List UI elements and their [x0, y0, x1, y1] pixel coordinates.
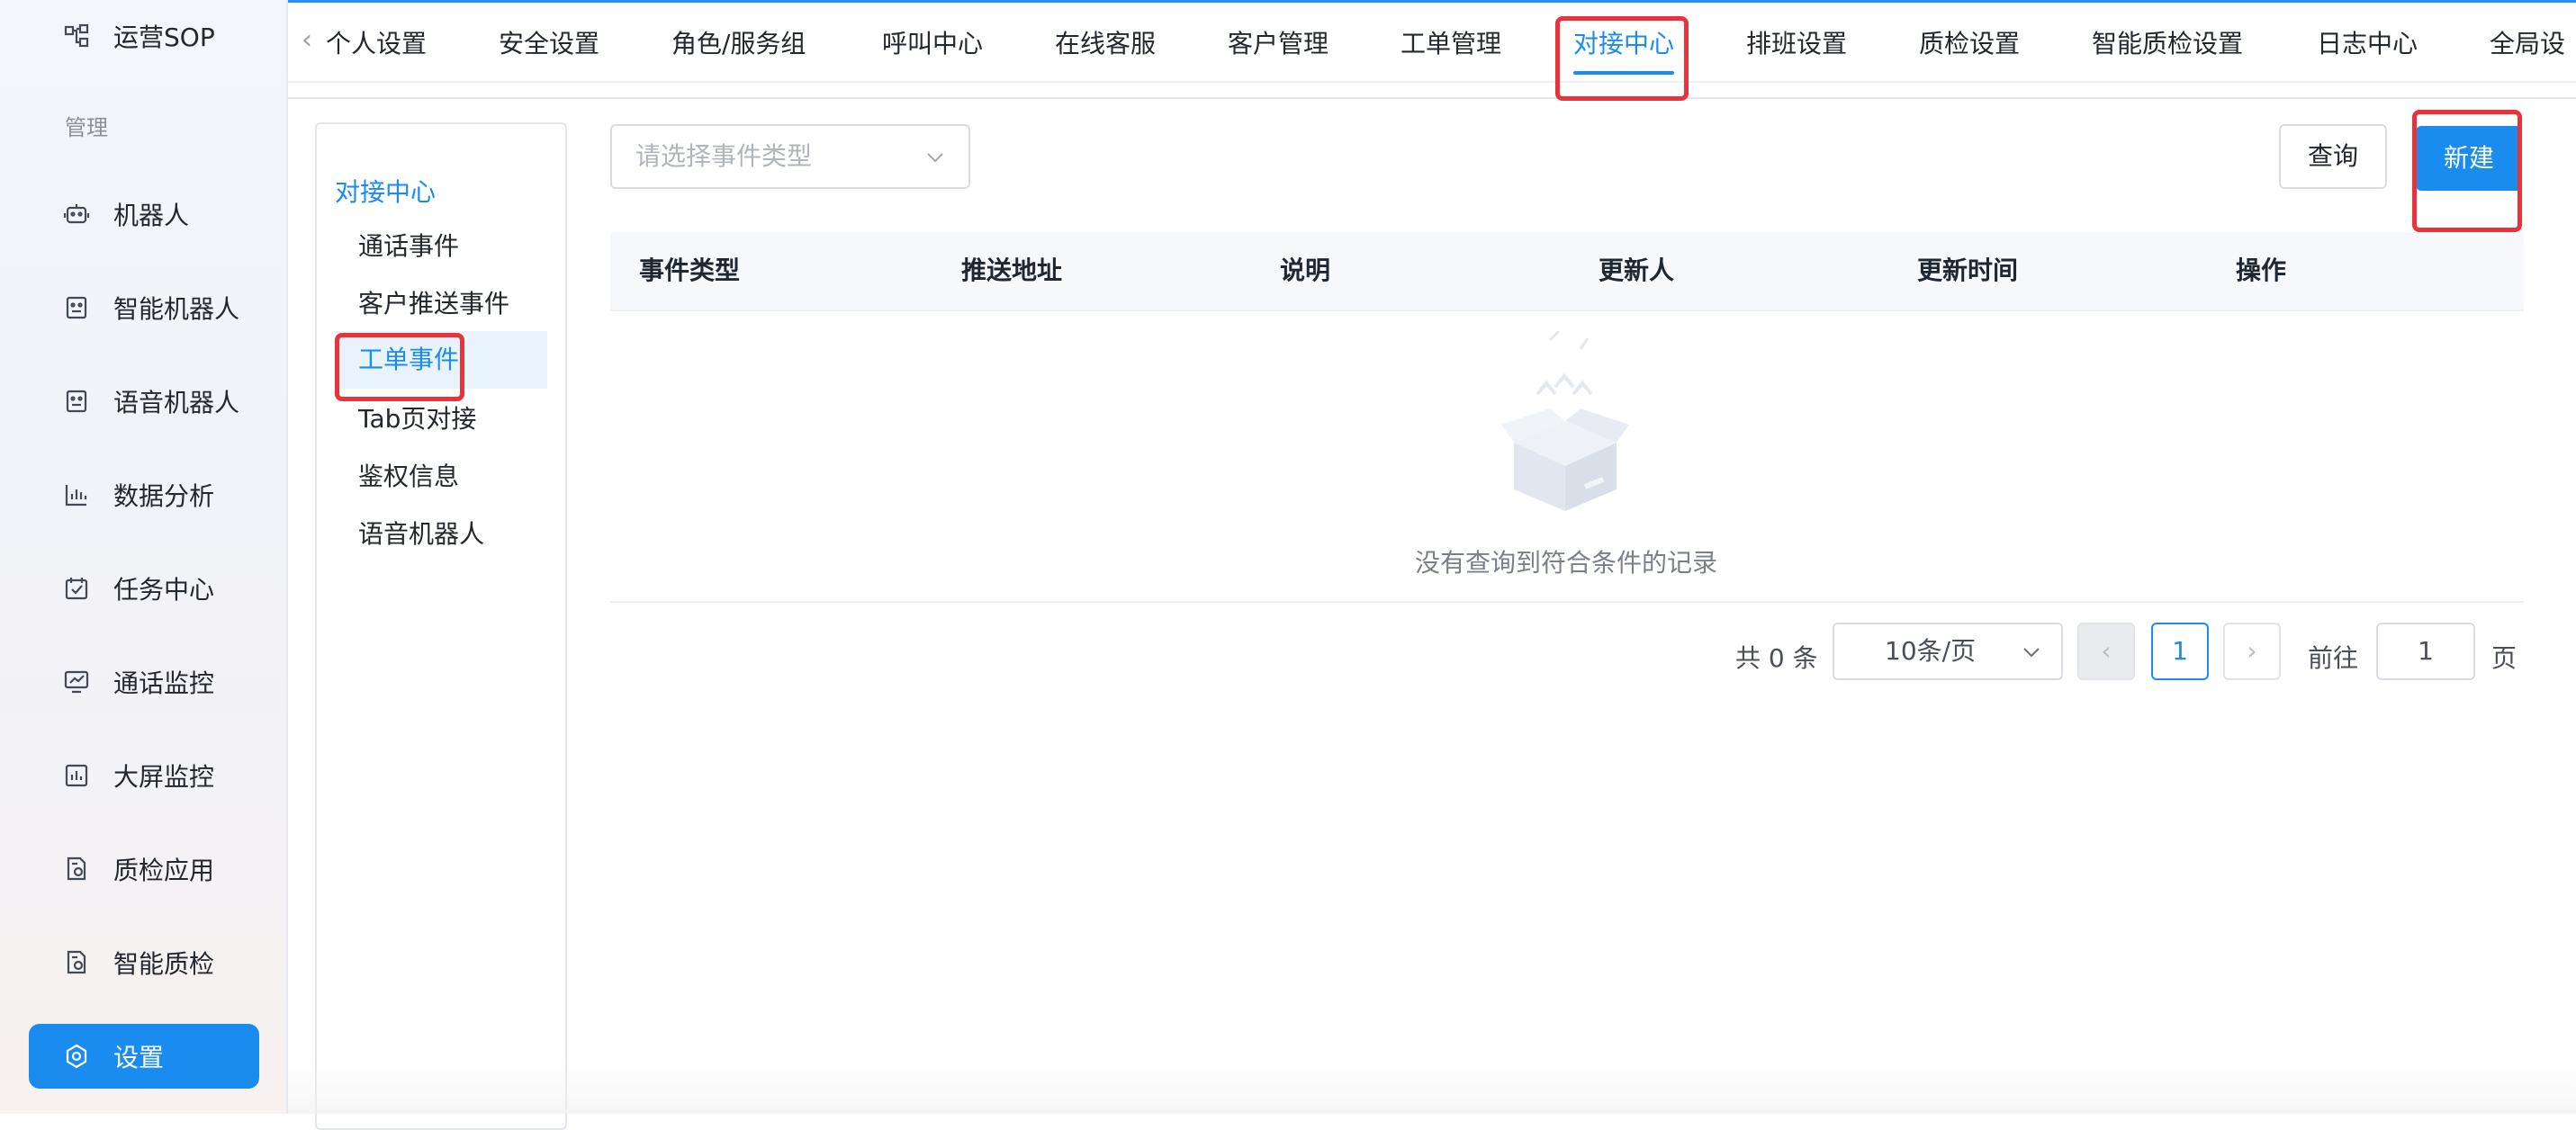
sidebar-item-label: 机器人: [113, 201, 190, 230]
tab-quality-settings[interactable]: 质检设置: [1919, 22, 2020, 66]
table-header: 事件类型 推送地址 说明 更新人 更新时间 操作: [610, 232, 2524, 311]
table-bottom-border: [610, 601, 2524, 603]
settings-icon: [63, 1043, 90, 1070]
tab-customer-management[interactable]: 客户管理: [1228, 22, 1329, 66]
tab-bar-divider: [288, 83, 2576, 99]
pagination-total: 共 0 条: [1735, 643, 1818, 673]
tab-integration-center[interactable]: 对接中心: [1573, 22, 1675, 75]
sidebar-item-label: 通话监控: [113, 668, 215, 698]
page-size-value: 10条/页: [1885, 636, 1977, 666]
dashboard-icon: [63, 762, 90, 789]
left-sidebar: 运营SOP 管理 机器人 智能机器人 语音机器人 数据分析 任务中心 通话监控 …: [0, 0, 288, 1114]
tab-online-service[interactable]: 在线客服: [1055, 22, 1156, 66]
submenu-title: 对接中心: [335, 177, 437, 207]
sidebar-item-robot[interactable]: 机器人: [29, 182, 259, 247]
tab-ticket-management[interactable]: 工单管理: [1401, 22, 1501, 66]
column-header-description: 说明: [1280, 256, 1331, 285]
sidebar-item-task-center[interactable]: 任务中心: [29, 556, 259, 621]
column-header-updated-by: 更新人: [1599, 256, 1675, 285]
page-suffix-label: 页: [2491, 643, 2517, 673]
flow-icon: [63, 22, 90, 49]
voice-robot-icon: [63, 388, 90, 415]
current-page-button[interactable]: 1: [2151, 623, 2209, 680]
column-header-actions: 操作: [2236, 256, 2287, 285]
tab-call-center[interactable]: 呼叫中心: [882, 22, 983, 66]
chevron-left-icon[interactable]: ‹: [293, 22, 320, 58]
sidebar-item-data-analysis[interactable]: 数据分析: [29, 462, 259, 527]
chevron-down-icon: [927, 153, 943, 163]
chevron-down-icon: [2023, 648, 2040, 658]
active-tab-indicator: [1573, 71, 1675, 75]
submenu-item-tab-integration[interactable]: Tab页对接: [337, 390, 547, 448]
empty-box-icon: [1501, 331, 1629, 511]
submenu-item-call-events[interactable]: 通话事件: [337, 218, 547, 275]
sidebar-item-sop[interactable]: 运营SOP: [29, 4, 259, 68]
prev-page-button[interactable]: ‹: [2077, 623, 2135, 680]
sidebar-item-label: 设置: [113, 1043, 165, 1072]
smart-inspection-icon: [63, 949, 90, 976]
goto-label: 前往: [2308, 643, 2359, 673]
top-tab-bar: ‹ 个人设置 安全设置 角色/服务组 呼叫中心 在线客服 客户管理 工单管理 对…: [288, 0, 2576, 83]
event-type-select[interactable]: 请选择事件类型: [610, 124, 970, 189]
sidebar-item-label: 数据分析: [113, 481, 215, 511]
tab-personal-settings[interactable]: 个人设置: [326, 22, 427, 66]
smart-robot-icon: [63, 294, 90, 321]
sidebar-item-smart-robot[interactable]: 智能机器人: [29, 275, 259, 340]
tab-log-center[interactable]: 日志中心: [2317, 22, 2418, 66]
sidebar-item-label: 运营SOP: [113, 22, 215, 52]
tab-security-settings[interactable]: 安全设置: [499, 22, 599, 66]
column-header-push-url: 推送地址: [961, 256, 1063, 285]
monitor-icon: [63, 668, 90, 695]
sidebar-item-label: 智能机器人: [113, 294, 240, 324]
goto-page-input[interactable]: 1: [2376, 623, 2475, 680]
calendar-check-icon: [63, 575, 90, 602]
query-button[interactable]: 查询: [2279, 124, 2387, 189]
submenu-item-customer-push-events[interactable]: 客户推送事件: [337, 275, 547, 333]
sidebar-item-label: 质检应用: [113, 856, 215, 885]
next-page-button[interactable]: ›: [2223, 623, 2281, 680]
sidebar-item-settings[interactable]: 设置: [29, 1024, 259, 1089]
integration-submenu: 对接中心 通话事件 客户推送事件 工单事件 Tab页对接 鉴权信息 语音机器人: [315, 122, 567, 1130]
sidebar-item-smart-inspection[interactable]: 智能质检: [29, 930, 259, 995]
select-placeholder: 请选择事件类型: [635, 141, 813, 171]
sidebar-item-big-screen[interactable]: 大屏监控: [29, 743, 259, 808]
sidebar-item-call-monitor[interactable]: 通话监控: [29, 650, 259, 714]
tab-smart-quality-settings[interactable]: 智能质检设置: [2092, 22, 2243, 66]
inspection-icon: [63, 856, 90, 883]
bar-chart-icon: [63, 481, 90, 508]
tab-scheduling[interactable]: 排班设置: [1746, 22, 1847, 66]
tab-roles-service-groups[interactable]: 角色/服务组: [671, 22, 806, 66]
sidebar-group-label: 管理: [65, 115, 108, 140]
submenu-item-voice-robot[interactable]: 语音机器人: [337, 506, 547, 563]
sidebar-item-voice-robot[interactable]: 语音机器人: [29, 369, 259, 434]
sidebar-item-inspection-app[interactable]: 质检应用: [29, 837, 259, 901]
column-header-updated-time: 更新时间: [1917, 256, 2019, 285]
submenu-item-auth-info[interactable]: 鉴权信息: [337, 448, 547, 506]
submenu-item-ticket-events[interactable]: 工单事件: [337, 331, 547, 389]
sidebar-item-label: 语音机器人: [113, 388, 240, 417]
empty-state-text: 没有查询到符合条件的记录: [1414, 548, 1717, 578]
tab-global-settings[interactable]: 全局设: [2490, 22, 2565, 66]
tab-label: 对接中心: [1573, 29, 1675, 58]
sidebar-item-label: 智能质检: [113, 949, 215, 979]
page-size-select[interactable]: 10条/页: [1833, 623, 2063, 680]
robot-icon: [63, 201, 90, 228]
column-header-event-type: 事件类型: [639, 256, 741, 285]
sidebar-item-label: 大屏监控: [113, 762, 215, 792]
bottom-shadow: [288, 1060, 2576, 1114]
new-button[interactable]: 新建: [2416, 126, 2522, 191]
sidebar-item-label: 任务中心: [113, 575, 215, 605]
